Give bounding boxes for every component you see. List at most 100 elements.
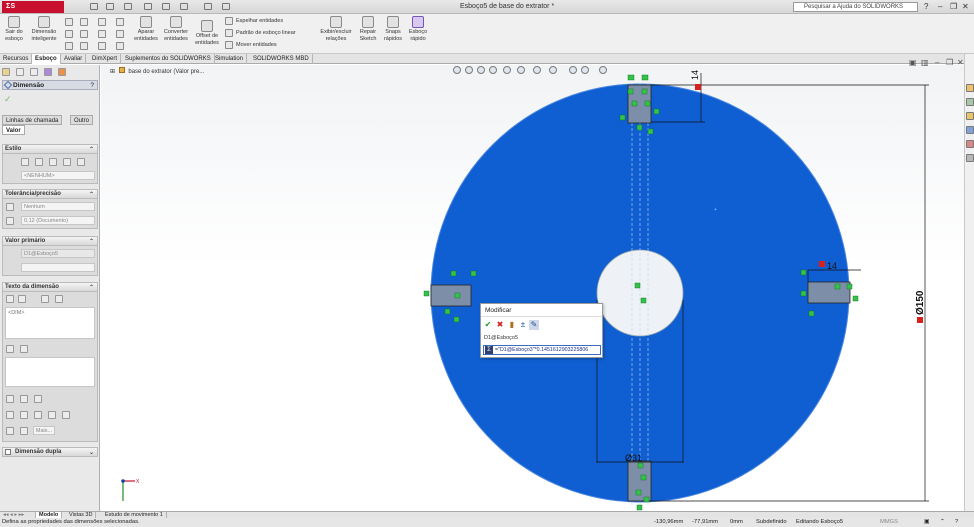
ok-check-icon[interactable]: ✔ (483, 320, 493, 330)
modify-value-input[interactable]: Σ ="D1@Esboço3"*0.1451612903225806 (483, 345, 601, 355)
mark-dimension-icon[interactable]: ✎ (529, 320, 539, 330)
tab-dimxpert[interactable]: DimXpert (89, 54, 122, 64)
style-select[interactable]: <NENHUM> (21, 171, 95, 180)
new-document-icon[interactable] (90, 3, 98, 10)
sketch-point[interactable]: + (714, 207, 717, 213)
primary-value-input[interactable] (21, 263, 95, 272)
help-icon[interactable]: ? (90, 81, 94, 90)
primary-value-header[interactable]: Valor primário ⌃ (3, 237, 97, 246)
precision-select[interactable]: 0,12 (Documento) (21, 216, 95, 225)
dual-dimension-header[interactable]: Dimensão dupla ⌄ (3, 448, 97, 457)
dim-top-text[interactable]: 14 (690, 70, 700, 80)
style-delete-icon[interactable] (63, 158, 71, 166)
slot-left[interactable] (430, 284, 472, 307)
help-icon[interactable]: ? (924, 2, 928, 12)
custom-properties-icon[interactable] (966, 154, 974, 162)
ellipse-icon[interactable] (80, 42, 88, 50)
plane-icon[interactable] (116, 42, 124, 50)
display-manager-icon[interactable] (58, 68, 66, 76)
text-position-icon[interactable] (6, 295, 14, 303)
text-leader-icon[interactable] (18, 295, 26, 303)
file-explorer-icon[interactable] (966, 112, 974, 120)
tab-solidworks-mbd[interactable]: SOLIDWORKS MBD (250, 54, 313, 64)
circle-icon[interactable] (80, 18, 88, 26)
dimension-text-below[interactable] (5, 357, 95, 387)
collapse-icon[interactable]: ⌃ (89, 191, 94, 200)
plusminus-symbol-icon[interactable] (34, 411, 42, 419)
dimension-text-above[interactable]: <DIM> (5, 307, 95, 339)
more-symbols-button[interactable]: Mais... (33, 426, 55, 435)
slot-right[interactable] (807, 281, 851, 304)
tab-avaliar[interactable]: Avaliar (61, 54, 87, 64)
point-icon[interactable] (98, 42, 106, 50)
select-icon[interactable] (180, 3, 188, 10)
status-help-icon[interactable]: ? (955, 518, 958, 527)
minimize-icon[interactable]: – (938, 2, 942, 12)
collapse-icon[interactable]: ⌃ (89, 146, 94, 155)
dim-bore-text[interactable]: Ø31 (625, 453, 642, 463)
tab-recursos[interactable]: Recursos (0, 54, 33, 64)
dim-right-text[interactable]: 14 (827, 261, 837, 271)
exit-sketch-button[interactable]: Sair do esboço (3, 16, 25, 42)
dim-diameter-text[interactable]: Ø150 (915, 290, 926, 315)
expand-icon[interactable]: ⌄ (89, 449, 94, 458)
design-library-icon[interactable] (966, 98, 974, 106)
tab-esboco[interactable]: Esboço (32, 54, 61, 64)
save-icon[interactable] (124, 3, 132, 10)
status-custom-icon[interactable]: ▣ (924, 518, 929, 527)
inspection-icon[interactable] (55, 295, 63, 303)
tolerance-select[interactable]: Nenhum (21, 202, 95, 211)
cancel-x-icon[interactable]: ✖ (495, 320, 505, 330)
solidworks-logo[interactable]: ƩS SOLIDWORKS (2, 1, 64, 22)
parentheses-icon[interactable] (41, 295, 49, 303)
degree-symbol-icon[interactable] (20, 411, 28, 419)
tolerance-header[interactable]: Tolerância/precisão ⌃ (3, 190, 97, 199)
offset-entities-button[interactable]: Offset de entidades (194, 20, 220, 46)
configuration-manager-icon[interactable] (30, 68, 38, 76)
counterbore-symbol-icon[interactable] (6, 427, 14, 435)
move-entities-label[interactable]: Mover entidades (236, 42, 277, 48)
convert-entities-button[interactable]: Converter entidades (162, 16, 190, 42)
align-right-icon[interactable] (34, 395, 42, 403)
dimension-text-header[interactable]: Texto da dimensão ⌃ (3, 283, 97, 292)
linear-pattern-label[interactable]: Padrão de esboço linear (236, 30, 296, 36)
feature-manager-icon[interactable] (2, 68, 10, 76)
dual-dimension-checkbox[interactable] (5, 449, 11, 455)
tab-simulation[interactable]: Simulation (212, 54, 248, 64)
sigma-icon[interactable]: Σ (485, 346, 493, 354)
centerline-icon[interactable] (65, 42, 73, 50)
solidworks-resources-icon[interactable] (966, 84, 974, 92)
modify-expression[interactable]: ="D1@Esboço3"*0.1451612903225806 (495, 346, 588, 354)
move-entities-icon[interactable] (225, 41, 233, 49)
sketch-drawing[interactable]: 14 14 Ø150 Ø31 + X (101, 65, 964, 511)
options-icon[interactable] (222, 3, 230, 10)
trim-entities-button[interactable]: Aparar entidades (134, 16, 158, 42)
tab-linhas-de-chamada[interactable]: Linhas de chamada (2, 115, 63, 125)
align-center-icon[interactable] (20, 395, 28, 403)
linear-pattern-icon[interactable] (225, 29, 233, 37)
smart-dimension-button[interactable]: Dimensão inteligente (28, 16, 60, 42)
reverse-sense-icon[interactable]: ± (518, 320, 528, 330)
ok-check-icon[interactable]: ✓ (4, 94, 12, 105)
print-icon[interactable] (144, 3, 152, 10)
rapid-sketch-button[interactable]: Esboço rápido (406, 16, 430, 42)
text-xx-below-icon[interactable] (20, 345, 28, 353)
property-manager-icon[interactable] (16, 68, 24, 76)
style-add-icon[interactable] (35, 158, 43, 166)
rebuild-icon[interactable]: ▮ (507, 320, 517, 330)
slot-icon[interactable] (98, 30, 106, 38)
style-apply-icon[interactable] (21, 158, 29, 166)
quick-snaps-button[interactable]: Snaps rápidos (381, 16, 405, 42)
restore-icon[interactable]: ❐ (950, 2, 957, 12)
arc-icon[interactable] (80, 30, 88, 38)
align-left-icon[interactable] (6, 395, 14, 403)
collapse-icon[interactable]: ⌃ (89, 284, 94, 293)
square-symbol-icon[interactable] (62, 411, 70, 419)
undo-icon[interactable] (162, 3, 170, 10)
style-header[interactable]: Estilo ⌃ (3, 145, 97, 154)
status-expand-icon[interactable]: ⌃ (940, 518, 945, 527)
status-units[interactable]: MMGS (880, 518, 898, 527)
display-relations-button[interactable]: Exibir/excluir relações (318, 16, 354, 42)
style-update-icon[interactable] (49, 158, 57, 166)
fillet-icon[interactable] (116, 30, 124, 38)
